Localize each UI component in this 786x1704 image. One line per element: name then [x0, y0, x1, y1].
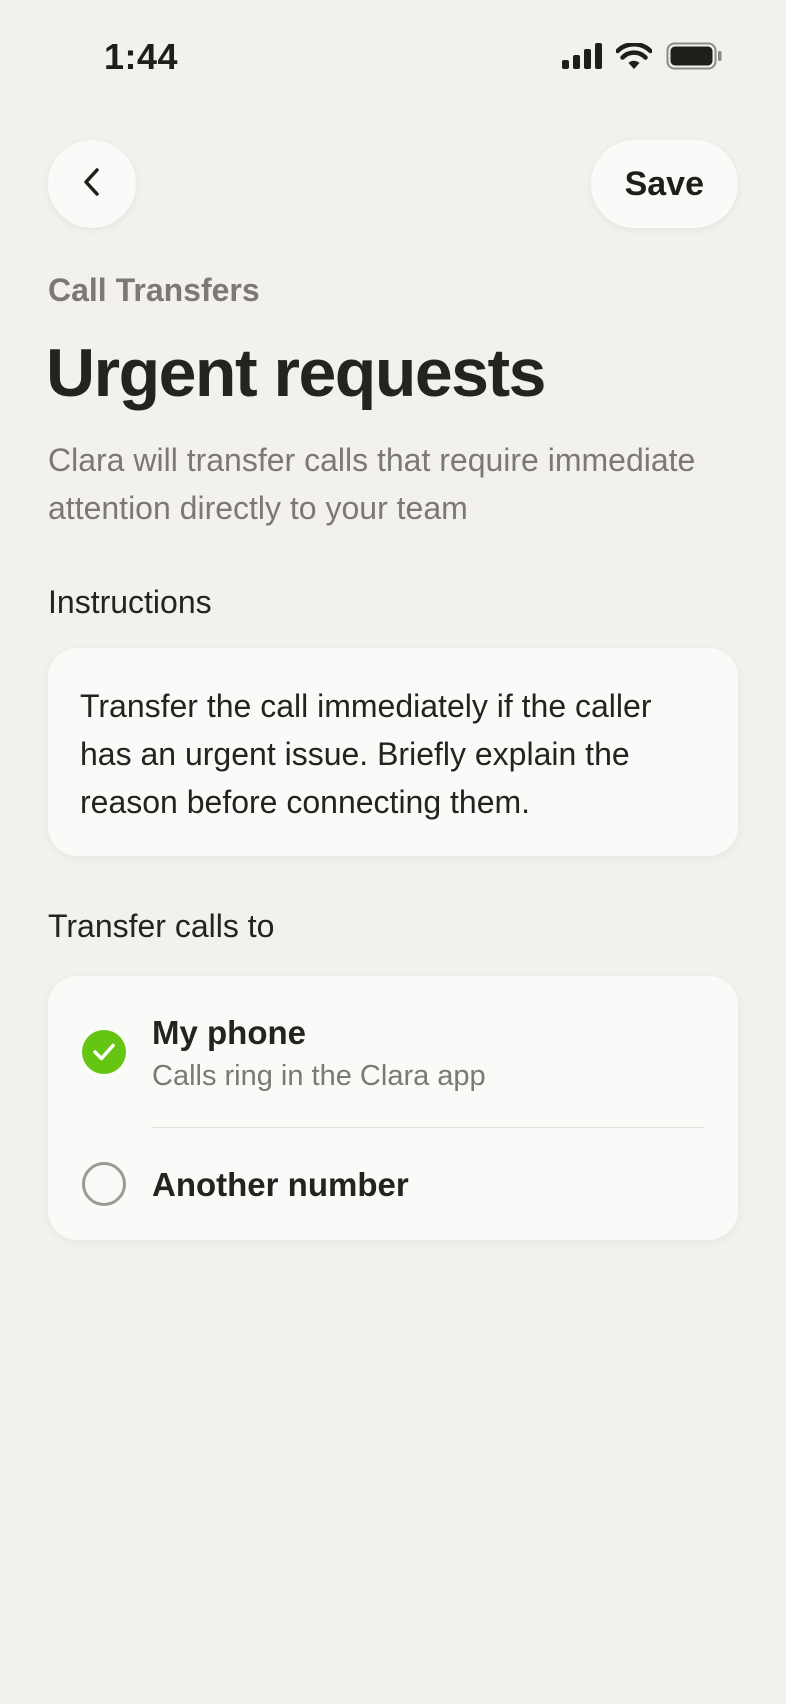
- cellular-signal-icon: [562, 43, 602, 69]
- instructions-label: Instructions: [48, 584, 212, 620]
- battery-icon: [666, 42, 722, 70]
- breadcrumb: Call Transfers: [48, 272, 260, 308]
- option-another-number[interactable]: Another number: [48, 1128, 738, 1240]
- transfer-options-card: My phone Calls ring in the Clara app Ano…: [48, 976, 738, 1240]
- save-button[interactable]: Save: [590, 140, 738, 228]
- option-my-phone[interactable]: My phone Calls ring in the Clara app: [48, 976, 738, 1128]
- radio-checked-icon[interactable]: [82, 1030, 126, 1074]
- wifi-icon: [616, 43, 652, 69]
- option-title: My phone: [152, 1014, 306, 1051]
- option-title: Another number: [152, 1166, 409, 1203]
- instructions-field[interactable]: Transfer the call immediately if the cal…: [48, 648, 738, 856]
- page-title: Urgent requests: [46, 335, 546, 411]
- status-icons: [562, 42, 722, 70]
- option-subtitle: Calls ring in the Clara app: [152, 1060, 486, 1092]
- transfer-calls-label: Transfer calls to: [48, 908, 275, 944]
- status-bar: 1:44: [0, 0, 786, 110]
- back-button[interactable]: [48, 140, 136, 228]
- chevron-left-icon: [80, 166, 104, 203]
- status-time: 1:44: [104, 36, 179, 77]
- radio-unchecked-icon[interactable]: [82, 1162, 126, 1206]
- page-description: Clara will transfer calls that require i…: [48, 442, 696, 526]
